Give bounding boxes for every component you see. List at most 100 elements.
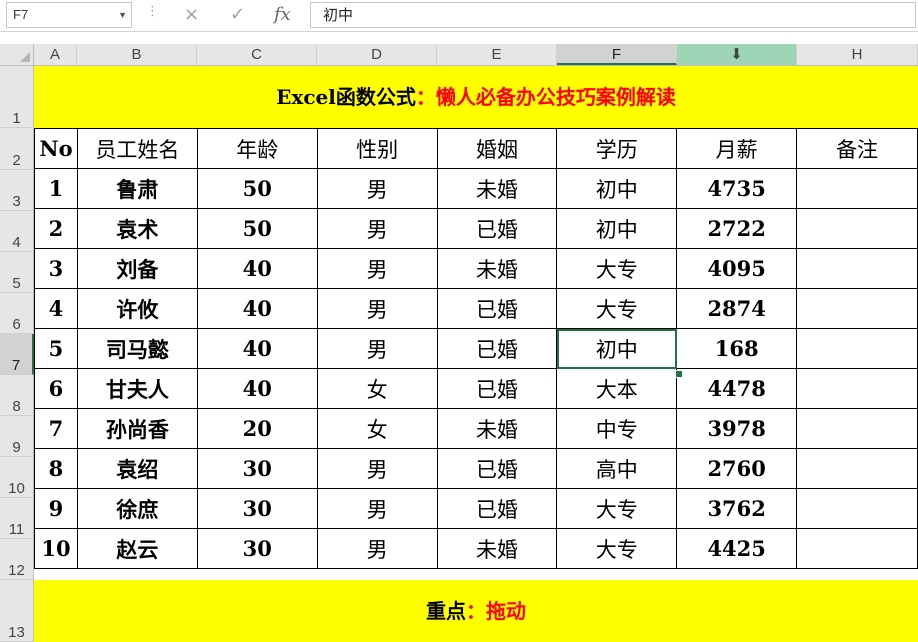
enter-icon[interactable]: ✓ — [230, 2, 245, 28]
table-cell[interactable]: 男 — [316, 448, 438, 489]
table-cell[interactable]: 30 — [196, 448, 318, 489]
row-header-5[interactable]: 5 — [0, 252, 34, 293]
fill-handle[interactable] — [675, 370, 683, 378]
table-cell[interactable]: 未婚 — [436, 408, 558, 449]
table-cell[interactable] — [796, 408, 918, 449]
table-cell[interactable]: 许攸 — [76, 288, 198, 329]
table-cell[interactable]: 袁绍 — [76, 448, 198, 489]
table-cell[interactable]: 4478 — [676, 368, 798, 409]
row-header-1[interactable]: 1 — [0, 66, 34, 128]
table-cell[interactable] — [796, 368, 918, 409]
column-header-f[interactable]: F — [557, 44, 677, 65]
table-cell[interactable]: 30 — [196, 488, 318, 529]
row-header-7[interactable]: 7 — [0, 334, 34, 375]
table-cell[interactable]: 6 — [34, 368, 78, 409]
table-cell[interactable]: 未婚 — [436, 248, 558, 289]
row-header-6[interactable]: 6 — [0, 293, 34, 334]
table-cell[interactable] — [796, 288, 918, 329]
select-all-button[interactable] — [0, 44, 34, 66]
table-cell[interactable] — [796, 208, 918, 249]
table-cell[interactable]: 2760 — [676, 448, 798, 489]
row-header-9[interactable]: 9 — [0, 416, 34, 457]
table-cell[interactable]: 5 — [34, 328, 78, 369]
table-cell[interactable]: 4735 — [676, 168, 798, 209]
table-cell[interactable]: 孙尚香 — [76, 408, 198, 449]
table-cell[interactable]: 男 — [316, 488, 438, 529]
table-cell[interactable]: 7 — [34, 408, 78, 449]
table-cell[interactable] — [796, 248, 918, 289]
column-label[interactable]: 婚姻 — [436, 128, 558, 169]
cancel-icon[interactable]: × — [184, 2, 199, 28]
table-cell[interactable]: 已婚 — [436, 448, 558, 489]
table-cell[interactable]: 168 — [676, 328, 798, 369]
column-header-e[interactable]: E — [437, 44, 557, 65]
row-header-3[interactable]: 3 — [0, 170, 34, 211]
drag-handle-icon[interactable]: ⋮ — [146, 4, 159, 19]
table-cell[interactable]: 40 — [196, 248, 318, 289]
table-cell[interactable]: 男 — [316, 168, 438, 209]
table-cell[interactable]: 大专 — [556, 488, 678, 529]
table-cell[interactable]: 女 — [316, 368, 438, 409]
table-cell[interactable]: 40 — [196, 288, 318, 329]
name-box[interactable]: F7 ▼ — [6, 2, 132, 28]
table-cell[interactable]: 袁术 — [76, 208, 198, 249]
table-cell[interactable]: 已婚 — [436, 488, 558, 529]
table-cell[interactable]: 20 — [196, 408, 318, 449]
table-cell[interactable]: 司马懿 — [76, 328, 198, 369]
column-label[interactable]: 员工姓名 — [76, 128, 198, 169]
table-cell[interactable]: 刘备 — [76, 248, 198, 289]
table-cell[interactable]: 50 — [196, 168, 318, 209]
table-cell[interactable]: 男 — [316, 328, 438, 369]
table-cell[interactable]: 初中 — [556, 328, 678, 369]
formula-input[interactable]: 初中 — [310, 2, 916, 28]
table-cell[interactable] — [796, 328, 918, 369]
table-cell[interactable]: 1 — [34, 168, 78, 209]
insert-function-icon[interactable]: fx — [274, 2, 291, 28]
table-cell[interactable]: 大本 — [556, 368, 678, 409]
table-cell[interactable]: 已婚 — [436, 368, 558, 409]
table-cell[interactable]: 4 — [34, 288, 78, 329]
table-cell[interactable]: 未婚 — [436, 528, 558, 569]
table-cell[interactable]: 男 — [316, 208, 438, 249]
column-label[interactable]: 月薪 — [676, 128, 798, 169]
table-cell[interactable]: 初中 — [556, 168, 678, 209]
column-header-b[interactable]: B — [77, 44, 197, 65]
table-cell[interactable]: 徐庶 — [76, 488, 198, 529]
column-label[interactable]: No — [34, 128, 78, 169]
table-cell[interactable]: 中专 — [556, 408, 678, 449]
column-header-h[interactable]: H — [797, 44, 918, 65]
row-header-10[interactable]: 10 — [0, 457, 34, 498]
table-cell[interactable]: 3 — [34, 248, 78, 289]
table-cell[interactable]: 高中 — [556, 448, 678, 489]
table-cell[interactable]: 大专 — [556, 248, 678, 289]
table-cell[interactable]: 已婚 — [436, 208, 558, 249]
footer-cell[interactable]: 重点：拖动 — [34, 580, 918, 642]
table-cell[interactable]: 2722 — [676, 208, 798, 249]
table-cell[interactable]: 男 — [316, 288, 438, 329]
table-cell[interactable] — [796, 488, 918, 529]
row-header-13[interactable]: 13 — [0, 580, 34, 642]
row-header-12[interactable]: 12 — [0, 539, 34, 580]
table-cell[interactable]: 初中 — [556, 208, 678, 249]
table-cell[interactable]: 甘夫人 — [76, 368, 198, 409]
column-label[interactable]: 性别 — [316, 128, 438, 169]
table-cell[interactable]: 赵云 — [76, 528, 198, 569]
row-header-11[interactable]: 11 — [0, 498, 34, 539]
column-header-d[interactable]: D — [317, 44, 437, 65]
table-cell[interactable] — [796, 448, 918, 489]
table-cell[interactable]: 已婚 — [436, 328, 558, 369]
table-cell[interactable]: 30 — [196, 528, 318, 569]
table-cell[interactable]: 4095 — [676, 248, 798, 289]
column-label[interactable]: 年龄 — [196, 128, 318, 169]
column-header-c[interactable]: C — [197, 44, 317, 65]
table-cell[interactable] — [796, 168, 918, 209]
chevron-down-icon[interactable]: ▼ — [118, 3, 127, 27]
table-cell[interactable]: 3762 — [676, 488, 798, 529]
title-cell[interactable]: Excel函数公式：懒人必备办公技巧案例解读 — [34, 66, 918, 128]
table-cell[interactable]: 9 — [34, 488, 78, 529]
table-cell[interactable]: 8 — [34, 448, 78, 489]
row-header-8[interactable]: 8 — [0, 375, 34, 416]
table-cell[interactable]: 大专 — [556, 528, 678, 569]
column-label[interactable]: 学历 — [556, 128, 678, 169]
table-cell[interactable]: 40 — [196, 368, 318, 409]
